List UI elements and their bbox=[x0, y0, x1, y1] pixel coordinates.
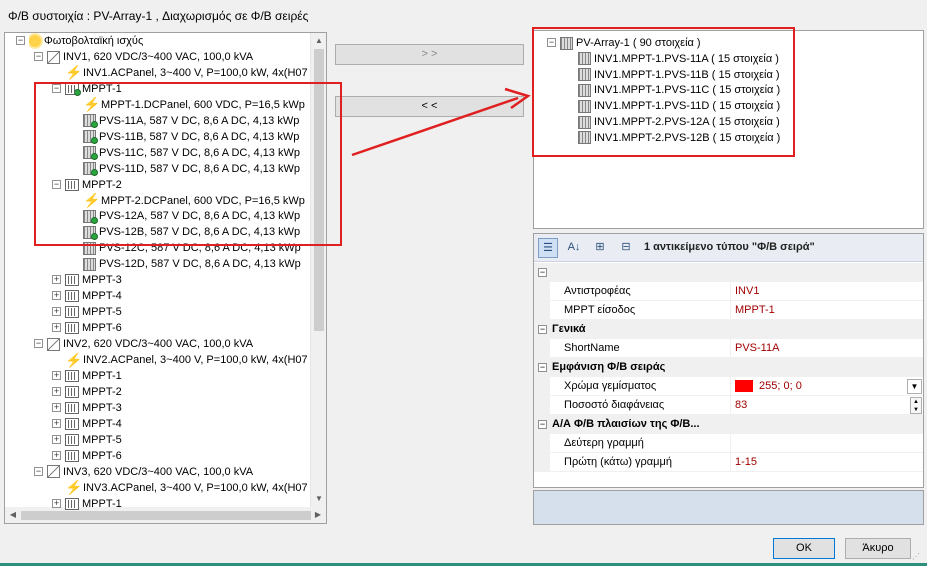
annotation-arrow bbox=[351, 87, 531, 157]
